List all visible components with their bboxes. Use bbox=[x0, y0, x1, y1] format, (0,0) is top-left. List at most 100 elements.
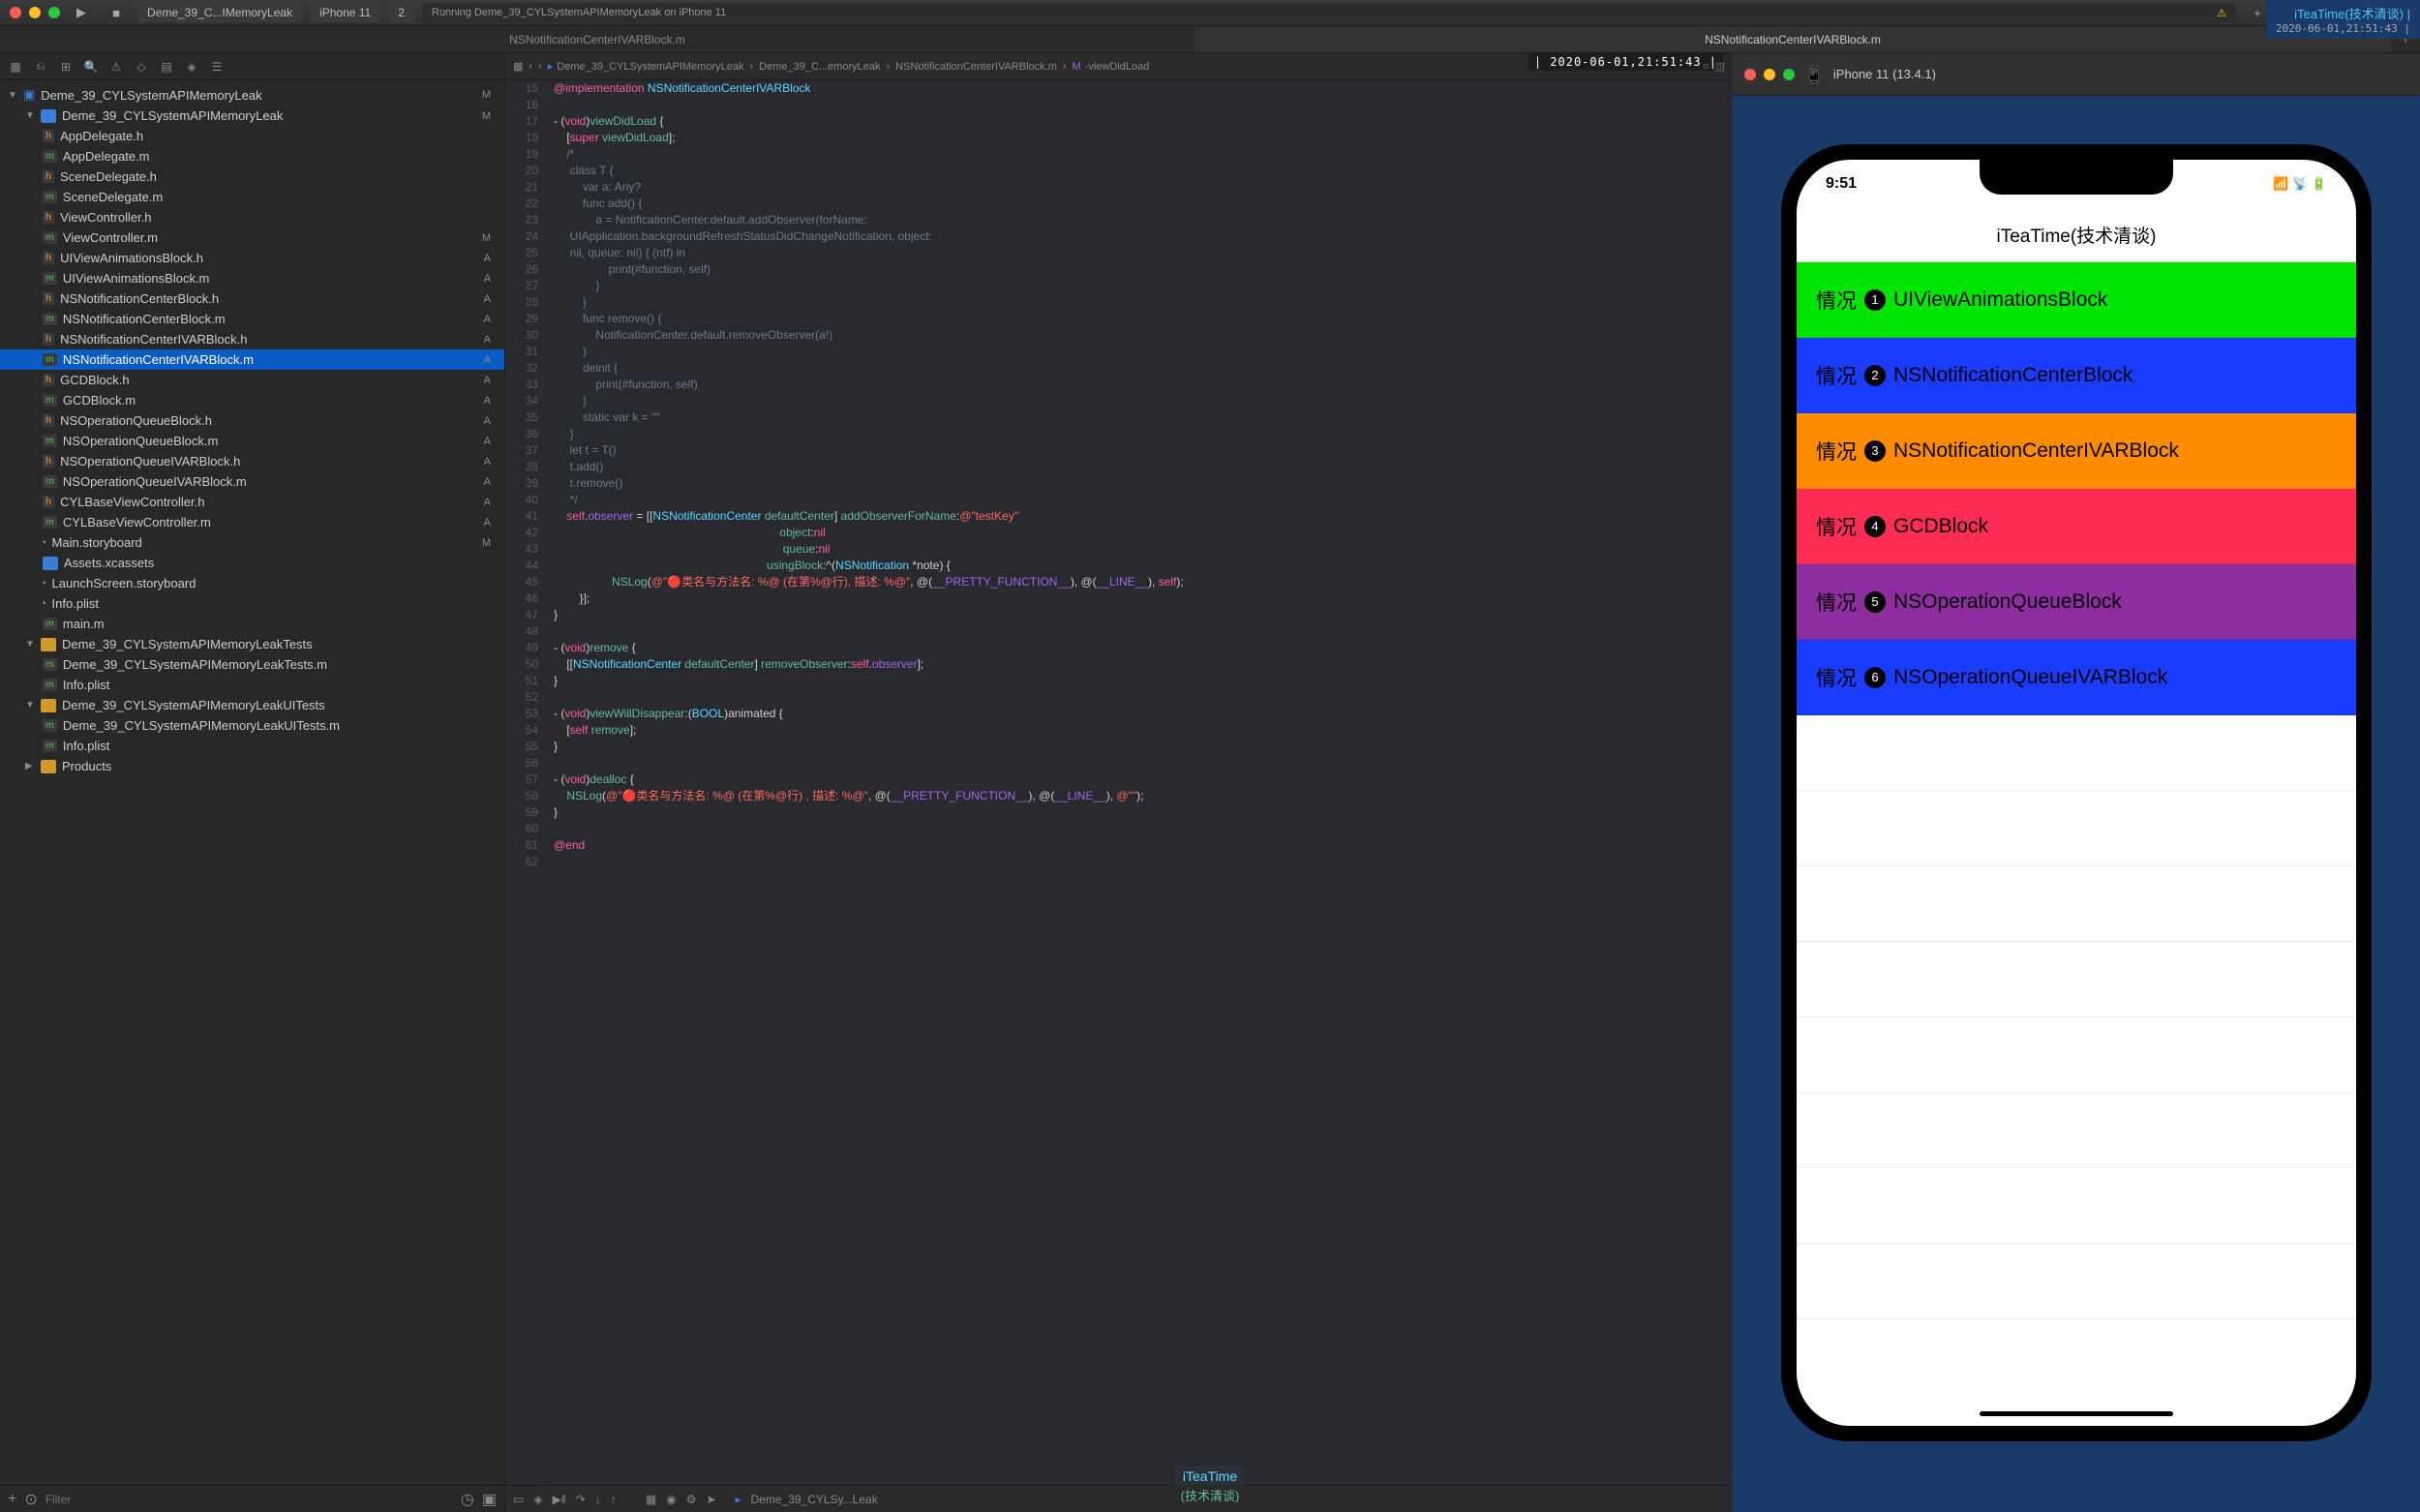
minimize-window-icon[interactable] bbox=[29, 7, 41, 18]
status-text: Running Deme_39_CYLSystemAPIMemoryLeak o… bbox=[432, 7, 726, 18]
tree-row[interactable]: Assets.xcassets bbox=[0, 553, 504, 573]
warning-icon[interactable]: ⚠ bbox=[2217, 7, 2226, 19]
tree-row[interactable]: hGCDBlock.hA bbox=[0, 370, 504, 390]
tree-row[interactable]: hNSOperationQueueBlock.hA bbox=[0, 410, 504, 431]
folder-icon[interactable]: ▦ bbox=[8, 59, 23, 75]
issue-icon[interactable]: ⚠ bbox=[108, 59, 124, 75]
code-content[interactable]: @implementation NSNotificationCenterIVAR… bbox=[546, 80, 1733, 1485]
tree-row[interactable]: ▼Deme_39_CYLSystemAPIMemoryLeakTests bbox=[0, 634, 504, 654]
tree-row[interactable]: ▼Deme_39_CYLSystemAPIMemoryLeakM bbox=[0, 106, 504, 126]
tree-row[interactable]: ▪LaunchScreen.storyboard bbox=[0, 573, 504, 593]
tree-row[interactable]: mAppDelegate.m bbox=[0, 146, 504, 166]
table-cell[interactable]: 情况4GCDBlock bbox=[1797, 489, 2356, 564]
tree-row[interactable]: mDeme_39_CYLSystemAPIMemoryLeakUITests.m bbox=[0, 715, 504, 736]
zoom-window-icon[interactable] bbox=[48, 7, 60, 18]
debug-bar: ▭ ◈ ▶‖ ↷ ↓ ↑ ▦ ◉ ⚙ ➤ ▸ Deme_39_CYLSy...L… bbox=[505, 1485, 1733, 1512]
continue-icon[interactable]: ▶‖ bbox=[553, 1493, 566, 1506]
scm-icon[interactable]: ▣ bbox=[482, 1490, 497, 1509]
tree-row[interactable]: ▼▣Deme_39_CYLSystemAPIMemoryLeakM bbox=[0, 84, 504, 106]
forward-icon[interactable]: › bbox=[538, 61, 542, 73]
watermark: iTeaTime (技术清谈) bbox=[1175, 1467, 1245, 1504]
tree-row[interactable]: ▼Deme_39_CYLSystemAPIMemoryLeakUITests bbox=[0, 695, 504, 715]
tree-row[interactable]: mDeme_39_CYLSystemAPIMemoryLeakTests.m bbox=[0, 654, 504, 675]
run-button[interactable]: ▶ bbox=[68, 3, 95, 22]
filter-input[interactable] bbox=[45, 1493, 453, 1506]
stop-button[interactable]: ■ bbox=[103, 3, 130, 22]
tree-row[interactable]: hCYLBaseViewController.hA bbox=[0, 492, 504, 512]
location-icon[interactable]: ➤ bbox=[706, 1493, 715, 1506]
empty-cell bbox=[1797, 1093, 2356, 1168]
tree-row[interactable]: mNSNotificationCenterBlock.mA bbox=[0, 309, 504, 329]
window-controls bbox=[10, 7, 60, 18]
table-cell[interactable]: 情况5NSOperationQueueBlock bbox=[1797, 564, 2356, 640]
tree-row[interactable]: hNSNotificationCenterBlock.hA bbox=[0, 288, 504, 309]
memory-icon[interactable]: ◉ bbox=[666, 1493, 676, 1506]
jb-file[interactable]: NSNotificationCenterIVARBlock.m bbox=[895, 61, 1057, 73]
scheme-selector[interactable]: Deme_39_C...IMemoryLeak bbox=[137, 3, 302, 22]
table-cell[interactable]: 情况1UIViewAnimationsBlock bbox=[1797, 262, 2356, 338]
tree-row[interactable]: ▪Main.storyboardM bbox=[0, 532, 504, 553]
tree-row[interactable]: hNSNotificationCenterIVARBlock.hA bbox=[0, 329, 504, 349]
breakpoint-icon[interactable]: ◈ bbox=[184, 59, 199, 75]
find-icon[interactable]: 🔍 bbox=[83, 59, 99, 75]
sim-close-icon[interactable] bbox=[1744, 69, 1756, 80]
iphone-screen[interactable]: 9:51 📶 📡 🔋 iTeaTime(技术清谈) 情况1UIViewAnima… bbox=[1797, 160, 2356, 1426]
tree-row[interactable]: mInfo.plist bbox=[0, 736, 504, 756]
jb-group[interactable]: Deme_39_C...emoryLeak bbox=[759, 61, 880, 73]
tree-row[interactable]: mNSNotificationCenterIVARBlock.mA bbox=[0, 349, 504, 370]
symbol-icon[interactable]: ⊞ bbox=[58, 59, 74, 75]
table-cell[interactable]: 情况3NSNotificationCenterIVARBlock bbox=[1797, 413, 2356, 489]
breakpoints-icon[interactable]: ◈ bbox=[533, 1493, 542, 1506]
close-window-icon[interactable] bbox=[10, 7, 21, 18]
empty-cell bbox=[1797, 1017, 2356, 1093]
tree-row[interactable]: hSceneDelegate.h bbox=[0, 166, 504, 187]
tree-row[interactable]: mInfo.plist bbox=[0, 675, 504, 695]
editor-tab[interactable]: NSNotificationCenterIVARBlock.m bbox=[0, 26, 1195, 52]
iphone-notch bbox=[1980, 160, 2173, 195]
step-over-icon[interactable]: ↷ bbox=[576, 1493, 586, 1506]
tree-row[interactable]: mmain.m bbox=[0, 614, 504, 634]
xcode-toolbar: ▶ ■ Deme_39_C...IMemoryLeak iPhone 11 2 … bbox=[0, 0, 2420, 26]
editor-tab[interactable]: NSNotificationCenterIVARBlock.m bbox=[1195, 26, 2391, 52]
step-in-icon[interactable]: ↓ bbox=[595, 1493, 601, 1506]
home-indicator[interactable] bbox=[1980, 1411, 2173, 1416]
tree-row[interactable]: ▶Products bbox=[0, 756, 504, 776]
debug-icon[interactable]: ▤ bbox=[159, 59, 174, 75]
tree-row[interactable]: mNSOperationQueueIVARBlock.mA bbox=[0, 471, 504, 492]
source-control-icon[interactable]: ⎌ bbox=[33, 59, 48, 75]
back-icon[interactable]: ‹ bbox=[529, 61, 532, 73]
jb-method[interactable]: -viewDidLoad bbox=[1085, 61, 1150, 73]
report-icon[interactable]: ☰ bbox=[209, 59, 225, 75]
tree-row[interactable]: hNSOperationQueueIVARBlock.hA bbox=[0, 451, 504, 471]
timestamp-overlay: | 2020-06-01,21:51:43 | bbox=[1528, 53, 1723, 71]
sim-zoom-icon[interactable] bbox=[1783, 69, 1795, 80]
table-cell[interactable]: 情况6NSOperationQueueIVARBlock bbox=[1797, 640, 2356, 715]
tree-row[interactable]: ▪Info.plist bbox=[0, 593, 504, 614]
recent-icon[interactable]: ◷ bbox=[461, 1490, 474, 1509]
debug-view-icon[interactable]: ▭ bbox=[513, 1493, 524, 1506]
sim-min-icon[interactable] bbox=[1764, 69, 1775, 80]
tree-row[interactable]: mCYLBaseViewController.mA bbox=[0, 512, 504, 532]
tree-row[interactable]: hViewController.h bbox=[0, 207, 504, 227]
tree-row[interactable]: hAppDelegate.h bbox=[0, 126, 504, 146]
tree-row[interactable]: mGCDBlock.mA bbox=[0, 390, 504, 410]
view-debug-icon[interactable]: ▦ bbox=[646, 1493, 656, 1506]
table-cell[interactable]: 情况2NSNotificationCenterBlock bbox=[1797, 338, 2356, 413]
empty-cell bbox=[1797, 715, 2356, 791]
empty-cell bbox=[1797, 791, 2356, 866]
tree-row[interactable]: mSceneDelegate.m bbox=[0, 187, 504, 207]
add-icon[interactable]: + bbox=[8, 1491, 16, 1508]
tree-row[interactable]: mViewController.mM bbox=[0, 227, 504, 248]
related-icon[interactable]: ▦ bbox=[513, 60, 523, 73]
step-out-icon[interactable]: ↑ bbox=[611, 1493, 617, 1506]
tree-row[interactable]: hUIViewAnimationsBlock.hA bbox=[0, 248, 504, 268]
jb-project[interactable]: Deme_39_CYLSystemAPIMemoryLeak bbox=[557, 61, 743, 73]
device-selector[interactable]: iPhone 11 bbox=[310, 3, 380, 22]
env-icon[interactable]: ⚙ bbox=[686, 1493, 697, 1506]
tree-row[interactable]: mNSOperationQueueBlock.mA bbox=[0, 431, 504, 451]
tree-row[interactable]: mUIViewAnimationsBlock.mA bbox=[0, 268, 504, 288]
debug-breadcrumb[interactable]: Deme_39_CYLSy...Leak bbox=[751, 1493, 878, 1506]
line-gutter[interactable]: 1516171819202122232425262728293031323334… bbox=[505, 80, 546, 1485]
test-icon[interactable]: ◇ bbox=[134, 59, 149, 75]
editor-tabbar: NSNotificationCenterIVARBlock.m NSNotifi… bbox=[0, 26, 2420, 53]
